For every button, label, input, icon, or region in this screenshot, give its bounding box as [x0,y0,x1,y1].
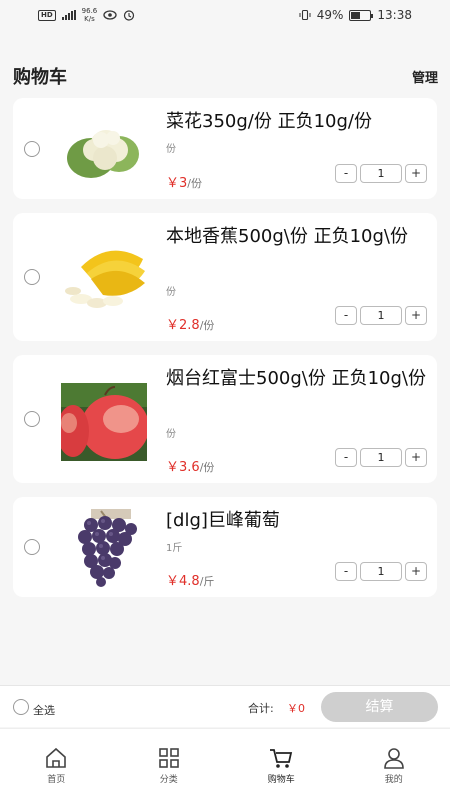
product-title: 烟台红富士500g\份 正负10g\份 [166,368,426,389]
product-price: ￥4.8/斤 [166,574,215,589]
quantity-stepper: - 1 + [335,306,427,325]
product-image-grape [78,509,137,587]
select-all-checkbox[interactable] [13,699,29,715]
product-spec: 份 [166,429,176,440]
tab-label: 分类 [159,775,178,785]
product-title: [dlg]巨峰葡萄 [166,510,280,531]
tab-cart[interactable]: 购物车 [225,729,338,800]
product-spec: 份 [166,144,176,155]
home-icon [46,747,67,768]
quantity-stepper: - 1 + [335,448,427,467]
status-left: HD 96.6 K/s [38,7,135,23]
product-image-cauliflower [67,130,139,178]
tab-category[interactable]: 分类 [113,729,226,800]
quantity-field[interactable]: 1 [360,164,402,183]
product-title: 菜花350g/份 正负10g/份 [166,111,372,132]
tab-label: 购物车 [267,775,295,785]
tab-home[interactable]: 首页 [0,729,113,800]
product-spec: 1斤 [166,543,183,554]
decrement-button[interactable]: - [335,306,357,325]
quantity-stepper: - 1 + [335,164,427,183]
quantity-field[interactable]: 1 [360,562,402,581]
product-price: ￥3.6/份 [166,460,215,475]
cart-item[interactable]: 本地香蕉500g\份 正负10g\份 份 ￥2.8/份 - 1 + [13,213,437,341]
item-checkbox[interactable] [24,269,40,285]
tab-label: 我的 [384,775,403,785]
status-bar: HD 96.6 K/s 49% 13:38 [0,0,450,30]
cart-item[interactable]: [dlg]巨峰葡萄 1斤 ￥4.8/斤 - 1 + [13,497,437,597]
settle-button[interactable]: 结算 [321,692,438,722]
product-price: ￥3/份 [166,176,202,191]
quantity-field[interactable]: 1 [360,306,402,325]
increment-button[interactable]: + [405,448,427,467]
product-spec: 份 [166,287,176,298]
cart-item[interactable]: 菜花350g/份 正负10g/份 份 ￥3/份 - 1 + [13,98,437,199]
tab-bar: 首页 分类 购物车 我的 [0,728,450,800]
cart-item[interactable]: 烟台红富士500g\份 正负10g\份 份 ￥3.6/份 - 1 + [13,355,437,483]
grid-icon [158,748,179,768]
vibrate-icon [299,9,311,21]
eye-icon [103,10,117,20]
product-image-banana [65,250,145,308]
net-speed: 96.6 K/s [81,7,98,23]
battery-percent: 49% [316,8,344,22]
increment-button[interactable]: + [405,306,427,325]
decrement-button[interactable]: - [335,448,357,467]
manage-button[interactable]: 管理 [412,67,438,86]
alarm-icon [124,10,135,21]
item-checkbox[interactable] [24,539,40,555]
cart-icon [270,749,293,768]
battery-icon [349,9,374,21]
increment-button[interactable]: + [405,562,427,581]
decrement-button[interactable]: - [335,164,357,183]
quantity-stepper: - 1 + [335,562,427,581]
select-all-label[interactable]: 全选 [33,702,55,718]
quantity-field[interactable]: 1 [360,448,402,467]
page-title: 购物车 [13,67,67,88]
total-label: 合计: [248,702,274,715]
user-icon [383,748,404,769]
increment-button[interactable]: + [405,164,427,183]
hd-badge: HD [38,9,56,21]
page-header: 购物车 管理 [0,58,450,94]
product-title: 本地香蕉500g\份 正负10g\份 [166,226,408,247]
cart-list: 菜花350g/份 正负10g/份 份 ￥3/份 - 1 + 本地香蕉500g\份… [13,98,437,611]
checkout-bar: 全选 合计: ￥0 结算 [0,685,450,727]
total-value: ￥0 [287,702,305,715]
product-image-apple [61,383,147,461]
item-checkbox[interactable] [24,141,40,157]
product-price: ￥2.8/份 [166,318,215,333]
decrement-button[interactable]: - [335,562,357,581]
clock: 13:38 [377,8,412,22]
tab-profile[interactable]: 我的 [338,729,450,800]
status-right: 49% 13:38 [299,8,412,22]
signal-icon [61,10,76,20]
item-checkbox[interactable] [24,411,40,427]
tab-label: 首页 [47,775,66,785]
